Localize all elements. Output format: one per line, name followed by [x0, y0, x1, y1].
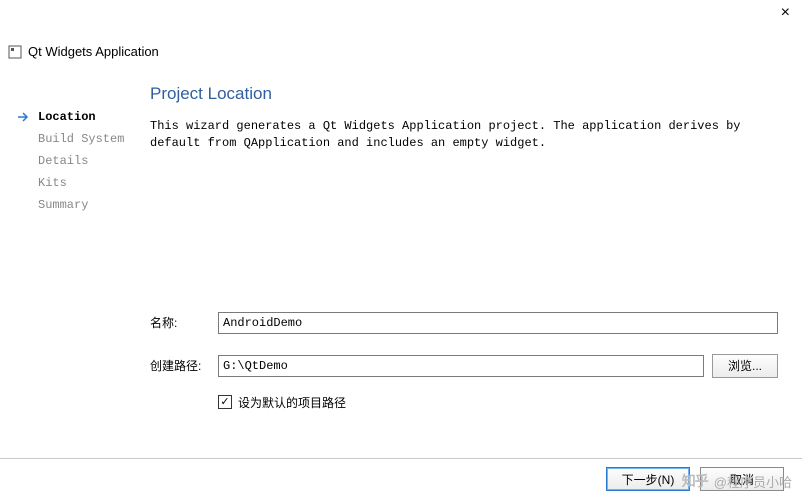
sidebar-item-summary: Summary — [18, 194, 150, 216]
sidebar-item-label: Details — [38, 154, 88, 168]
path-row: 创建路径: 浏览... — [150, 354, 778, 378]
main-panel: Project Location This wizard generates a… — [150, 82, 802, 449]
sidebar-item-label: Build System — [38, 132, 124, 146]
sidebar-item-label: Location — [38, 110, 96, 124]
default-path-checkbox[interactable]: ✓ — [218, 395, 232, 409]
sidebar-item-label: Summary — [38, 198, 88, 212]
page-description: This wizard generates a Qt Widgets Appli… — [150, 118, 760, 152]
next-button[interactable]: 下一步(N) — [606, 467, 690, 491]
name-row: 名称: — [150, 312, 778, 334]
arrow-icon — [18, 112, 32, 122]
default-path-label: 设为默认的项目路径 — [238, 394, 346, 411]
app-icon — [8, 45, 22, 59]
titlebar: Qt Widgets Application — [8, 44, 159, 59]
close-icon[interactable]: × — [781, 4, 790, 22]
sidebar-item-build-system: Build System — [18, 128, 150, 150]
path-label: 创建路径: — [150, 357, 218, 374]
form: 名称: 创建路径: 浏览... ✓ 设为默认的项目路径 — [150, 312, 778, 411]
wizard-sidebar: Location Build System Details Kits Summa… — [0, 82, 150, 449]
sidebar-item-kits: Kits — [18, 172, 150, 194]
name-input[interactable] — [218, 312, 778, 334]
browse-button[interactable]: 浏览... — [712, 354, 778, 378]
name-label: 名称: — [150, 314, 218, 331]
page-title: Project Location — [150, 84, 778, 104]
body: Location Build System Details Kits Summa… — [0, 82, 802, 449]
app-title: Qt Widgets Application — [28, 44, 159, 59]
sidebar-item-location: Location — [18, 106, 150, 128]
button-row: 下一步(N) 取消 — [606, 467, 784, 491]
divider — [0, 458, 802, 459]
sidebar-item-details: Details — [18, 150, 150, 172]
default-path-row[interactable]: ✓ 设为默认的项目路径 — [218, 394, 778, 411]
path-input[interactable] — [218, 355, 704, 377]
sidebar-item-label: Kits — [38, 176, 67, 190]
cancel-button[interactable]: 取消 — [700, 467, 784, 491]
